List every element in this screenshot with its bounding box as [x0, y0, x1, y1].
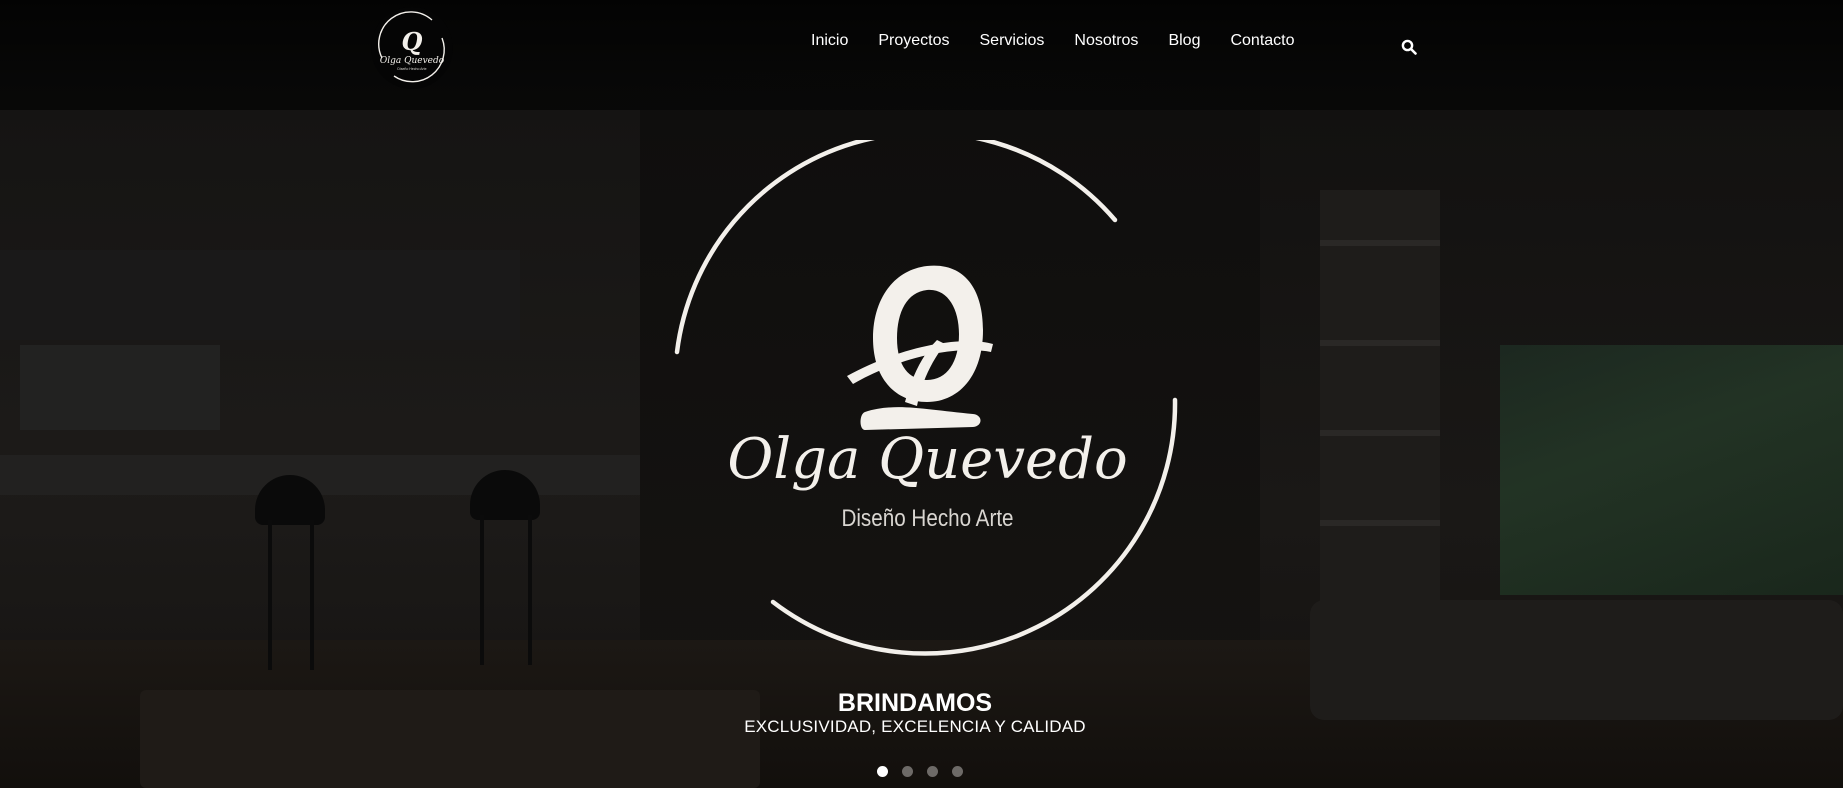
nav-item-blog[interactable]: Blog	[1168, 30, 1200, 52]
site-header: Q Olga Quevedo Diseño Hecho Arte Inicio …	[0, 0, 1843, 92]
site-logo-text: Olga Quevedo	[380, 56, 445, 66]
slider-dot-3[interactable]	[927, 766, 938, 777]
site-logo-tagline: Diseño Hecho Arte	[397, 67, 426, 71]
svg-text:Q: Q	[402, 27, 423, 56]
slider-dot-1[interactable]	[877, 766, 888, 777]
site-logo: Q Olga Quevedo Diseño Hecho Arte	[371, 7, 453, 89]
background-shelf	[1320, 190, 1440, 610]
search-icon[interactable]	[1401, 39, 1417, 55]
background-window	[20, 345, 220, 430]
background-shelf-divider	[1320, 240, 1440, 246]
background-stool-leg	[480, 515, 484, 665]
hero-brand-name: Olga Quevedo	[727, 427, 1128, 492]
background-shelf-divider	[1320, 340, 1440, 346]
nav-item-servicios[interactable]: Servicios	[980, 30, 1045, 52]
slider-dot-2[interactable]	[902, 766, 913, 777]
nav-item-nosotros[interactable]: Nosotros	[1074, 30, 1138, 52]
nav-item-proyectos[interactable]: Proyectos	[878, 30, 949, 52]
nav-item-contacto[interactable]: Contacto	[1230, 30, 1294, 52]
hero-logo-emblem	[665, 130, 1185, 660]
slide-subheading: EXCLUSIVIDAD, EXCELENCIA Y CALIDAD	[744, 717, 1086, 736]
background-shelf-divider	[1320, 430, 1440, 436]
hero-slider: Q Olga Quevedo Diseño Hecho Arte Inicio …	[0, 0, 1843, 788]
main-nav: Inicio Proyectos Servicios Nosotros Blog…	[811, 30, 1325, 52]
background-stool-leg	[310, 520, 314, 670]
background-cabinet	[0, 250, 520, 340]
background-stool-leg	[528, 515, 532, 665]
background-shelf-divider	[1320, 520, 1440, 526]
background-stool-leg	[268, 520, 272, 670]
slider-dot-4[interactable]	[952, 766, 963, 777]
nav-item-inicio[interactable]: Inicio	[811, 30, 848, 52]
background-sofa	[1310, 600, 1843, 720]
site-logo-link[interactable]: Q Olga Quevedo Diseño Hecho Arte	[370, 6, 454, 90]
background-tv	[1500, 345, 1843, 595]
slide-heading: BRINDAMOS	[837, 689, 993, 717]
slider-pagination	[877, 766, 963, 778]
hero-brand-tagline: Diseño Hecho Arte	[841, 505, 1014, 532]
background-counter	[0, 455, 640, 495]
